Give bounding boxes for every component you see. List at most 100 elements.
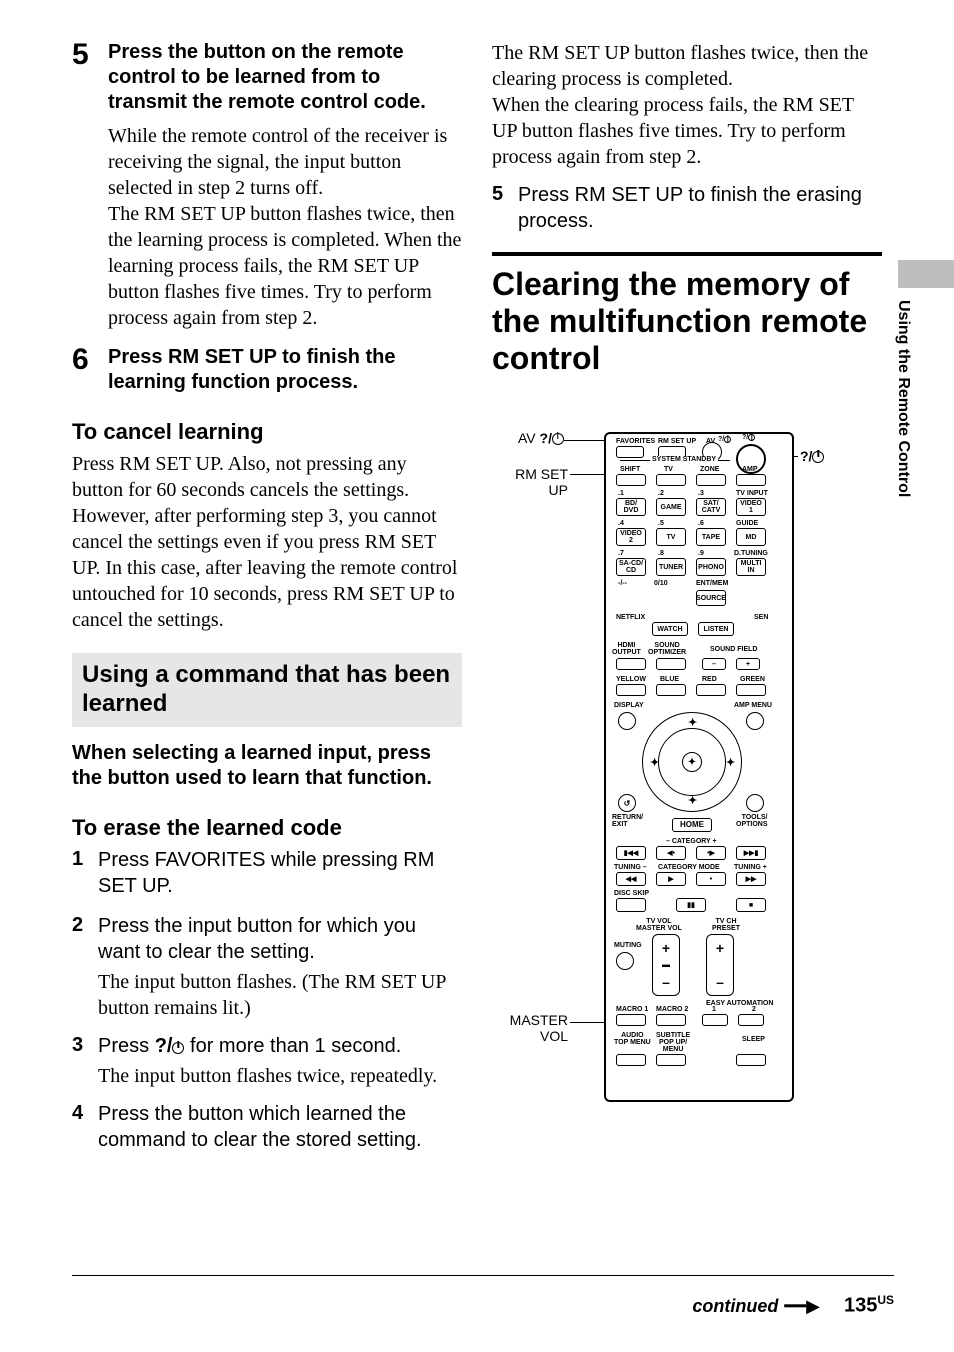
label-macro2: MACRO 2: [656, 1006, 688, 1013]
favorites-button: [616, 446, 644, 458]
label-display: DISPLAY: [614, 702, 644, 709]
step-number: 3: [72, 1033, 98, 1059]
using-command-heading: Using a command that has been learned: [72, 653, 462, 727]
pause-button: ▮▮: [676, 898, 706, 912]
ampmenu-button: [746, 712, 764, 730]
prev-button: ▮◀◀: [616, 846, 646, 860]
step-text: Press the button which learned the comma…: [98, 1101, 462, 1153]
side-tab: Using the Remote Control: [894, 260, 926, 497]
remote-body: FAVORITES RM SET UP AV ?/ ?/ SYSTEM STAN…: [604, 432, 794, 1102]
input-button: MD: [736, 528, 766, 546]
tools-button: [746, 794, 764, 812]
continued-arrow-icon: ━━▶: [784, 1296, 820, 1317]
step-text: Press ?/ for more than 1 second.: [98, 1033, 401, 1059]
step-text: Press FAVORITES while pressing RM SET UP…: [98, 847, 462, 899]
num-label: .3: [698, 490, 704, 497]
stop-button: ■: [736, 898, 766, 912]
discskip-button: [616, 898, 646, 912]
right-step-5: 5 Press RM SET UP to finish the erasing …: [492, 182, 882, 234]
num-label: .8: [658, 550, 664, 557]
label-category: – CATEGORY +: [666, 838, 717, 845]
label-ea2: 2: [752, 1006, 756, 1013]
amp-button: [736, 474, 766, 486]
source-button: SOURCE: [696, 590, 726, 606]
label-netflix: NETFLIX: [616, 614, 645, 621]
power-icon: [552, 433, 564, 445]
erase-step-2: 2 Press the input button for which you w…: [72, 913, 462, 965]
input-button: MULTI IN: [736, 558, 766, 576]
step-number: 2: [72, 913, 98, 965]
label-catmode: CATEGORY MODE: [658, 864, 720, 871]
num-label: .7: [618, 550, 624, 557]
green-button: [736, 684, 766, 696]
label-tools: TOOLS/ OPTIONS: [736, 814, 768, 828]
rew-button: ◀◀: [616, 872, 646, 886]
label-shift: SHIFT: [620, 466, 640, 473]
label-ea1: 1: [712, 1006, 716, 1013]
av-power-icon: ?/: [718, 436, 731, 443]
yellow-button: [616, 684, 646, 696]
num-label: .4: [618, 520, 624, 527]
top-paragraph: The RM SET UP button flashes twice, then…: [492, 40, 882, 170]
step-text: Press the input button for which you wan…: [98, 913, 462, 965]
remote-diagram: AV ?/ RM SET UP ?/ MASTER VOL FAVORITES …: [492, 402, 882, 1102]
label-blue: BLUE: [660, 676, 679, 683]
input-button: BD/ DVD: [616, 498, 646, 516]
footer-rule: [72, 1275, 894, 1276]
section-rule: [492, 252, 882, 256]
macro1-button: [616, 1014, 646, 1026]
label-red: RED: [702, 676, 717, 683]
callout-av-power: AV ?/: [518, 430, 564, 446]
label-zone: ZONE: [700, 466, 719, 473]
step-5: 5 Press the button on the remote control…: [72, 40, 462, 115]
callout-rm-set-up: RM SET UP: [508, 466, 568, 498]
label-soundfield: SOUND FIELD: [710, 646, 757, 653]
ea2-button: [738, 1014, 764, 1026]
erase-code-heading: To erase the learned code: [72, 815, 462, 841]
erase-step-3-note: The input button flashes twice, repeated…: [98, 1063, 462, 1089]
ea1-button: [702, 1014, 728, 1026]
home-button: HOME: [672, 818, 712, 832]
replay-button: ◀•: [656, 846, 686, 860]
page-number: 135US: [844, 1293, 894, 1318]
label-tv: TV: [664, 466, 673, 473]
step-number: 5: [72, 40, 108, 115]
master-vol-rocker: +▬–: [652, 934, 680, 996]
input-button: PHONO: [696, 558, 726, 576]
input-button: TAPE: [696, 528, 726, 546]
label-system-standby: SYSTEM STANDBY: [650, 456, 718, 463]
sleep-button: [736, 1054, 766, 1066]
num-label: -/--: [618, 580, 627, 587]
label-macro1: MACRO 1: [616, 1006, 648, 1013]
ff-button: ▶▶: [736, 872, 766, 886]
page: 5 Press the button on the remote control…: [0, 0, 954, 1352]
label-green: GREEN: [740, 676, 765, 683]
label-sen: SEN: [754, 614, 768, 621]
continued-label: continued: [692, 1296, 778, 1317]
text-a: Press: [98, 1035, 155, 1057]
columns: 5 Press the button on the remote control…: [72, 40, 894, 1157]
footer: continued ━━▶ 135US: [72, 1293, 894, 1318]
label-tvvol: TV VOL MASTER VOL: [636, 918, 682, 932]
input-button: VIDEO 2: [616, 528, 646, 546]
left-column: 5 Press the button on the remote control…: [72, 40, 462, 1157]
dpad-right-icon: ✦: [726, 758, 735, 769]
callout-master-vol: MASTER VOL: [492, 1012, 568, 1044]
play-button: ▶: [656, 872, 686, 886]
step-heading: Press the button on the remote control t…: [108, 40, 462, 115]
label-favorites: FAVORITES: [616, 438, 655, 445]
red-button: [696, 684, 726, 696]
num-label: TV INPUT: [736, 490, 768, 497]
num-label: .6: [698, 520, 704, 527]
num-label: .5: [658, 520, 664, 527]
power-small-icon: ?/: [742, 434, 755, 441]
input-button: TUNER: [656, 558, 686, 576]
dpad-up-icon: ✦: [688, 718, 697, 729]
label-optimizer: SOUND OPTIMIZER: [648, 642, 686, 656]
watch-button: WATCH: [652, 622, 688, 636]
power-icon: [172, 1042, 184, 1054]
num-label: 0/10: [654, 580, 668, 587]
erase-step-2-note: The input button flashes. (The RM SET UP…: [98, 969, 462, 1021]
input-button: VIDEO 1: [736, 498, 766, 516]
text-b: for more than 1 second.: [184, 1035, 401, 1057]
